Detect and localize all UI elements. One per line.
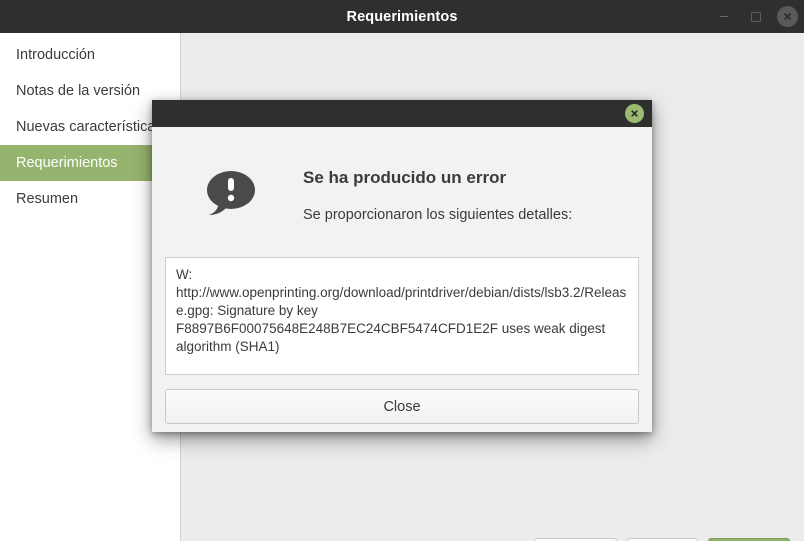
dialog-subheading: Se proporcionaron los siguientes detalle… — [303, 207, 573, 223]
dialog-titlebar — [152, 100, 652, 127]
close-x-glyph — [784, 13, 791, 20]
window-title: Requerimientos — [346, 8, 458, 25]
window-titlebar: Requerimientos — [0, 0, 804, 33]
error-details-textbox[interactable]: W: http://www.openprinting.org/download/… — [165, 257, 639, 375]
dialog-body: Se ha producido un error Se proporcionar… — [152, 127, 652, 432]
dialog-close-x-glyph — [631, 110, 638, 117]
sidebar-item-introduccion[interactable]: Introducción — [0, 37, 180, 73]
error-speech-bubble-icon — [203, 166, 259, 222]
minimize-icon[interactable] — [713, 6, 734, 27]
close-icon[interactable] — [777, 6, 798, 27]
error-dialog: Se ha producido un error Se proporcionar… — [152, 100, 652, 432]
dialog-close-button[interactable]: Close — [165, 389, 639, 424]
dialog-heading: Se ha producido un error — [303, 168, 507, 187]
maximize-icon[interactable] — [745, 6, 766, 27]
application-window: Requerimientos Introducción Notas de la … — [0, 0, 804, 541]
window-controls — [713, 0, 798, 33]
main-footer: Cancel Back Apply — [182, 488, 804, 541]
dialog-close-icon[interactable] — [625, 104, 644, 123]
